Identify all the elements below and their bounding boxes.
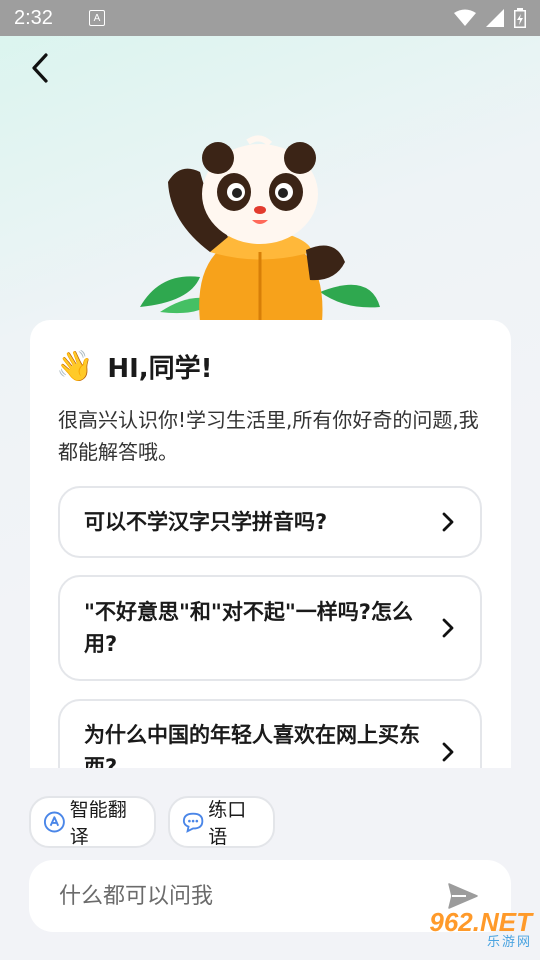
- panda-mascot-illustration: [140, 135, 380, 322]
- smart-translate-button[interactable]: 智能翻译: [29, 796, 156, 848]
- question-text: 可以不学汉字只学拼音吗?: [84, 510, 328, 534]
- practice-speaking-label: 练口语: [208, 799, 247, 848]
- battery-icon: [514, 8, 526, 28]
- chevron-right-icon: [442, 512, 454, 532]
- status-time: 2:32: [14, 6, 53, 29]
- suggested-question-1[interactable]: 可以不学汉字只学拼音吗?: [58, 486, 482, 558]
- greeting-row: 👋 HI,同学!: [56, 348, 213, 385]
- intro-text: 很高兴认识你!学习生活里,所有你好奇的问题,我都能解答哦。: [58, 408, 479, 464]
- wifi-icon: [454, 9, 476, 26]
- question-input[interactable]: [59, 883, 419, 909]
- question-text: 为什么中国的年轻人喜欢在网上买东西?: [84, 723, 420, 768]
- site-watermark: 962.NET 乐游网: [400, 906, 532, 954]
- notification-a-icon: A: [88, 10, 105, 26]
- chevron-right-icon: [442, 618, 454, 638]
- back-button[interactable]: [22, 50, 58, 86]
- watermark-logo-text: 962.NET: [429, 907, 532, 937]
- chat-bubble-icon: [182, 812, 204, 833]
- practice-speaking-button[interactable]: 练口语: [168, 796, 275, 848]
- status-bar: 2:32 A: [0, 0, 540, 36]
- suggested-question-2[interactable]: "不好意思"和"对不起"一样吗?怎么用?: [58, 575, 482, 681]
- status-icons: [454, 8, 526, 28]
- watermark-site-name: 乐游网: [486, 935, 532, 950]
- question-text: "不好意思"和"对不起"一样吗?怎么用?: [84, 600, 413, 656]
- suggested-question-3[interactable]: 为什么中国的年轻人喜欢在网上买东西?: [58, 699, 482, 768]
- translate-icon: [43, 811, 65, 833]
- back-arrow-icon: [32, 53, 48, 83]
- greeting-title: HI,同学!: [107, 354, 213, 384]
- waving-hand-icon: 👋: [56, 348, 94, 384]
- smart-translate-label: 智能翻译: [69, 799, 127, 848]
- chat-intro-card: 👋 HI,同学! 很高兴认识你!学习生活里,所有你好奇的问题,我都能解答哦。 可…: [30, 320, 511, 768]
- signal-icon: [486, 9, 504, 27]
- chevron-right-icon: [442, 742, 454, 762]
